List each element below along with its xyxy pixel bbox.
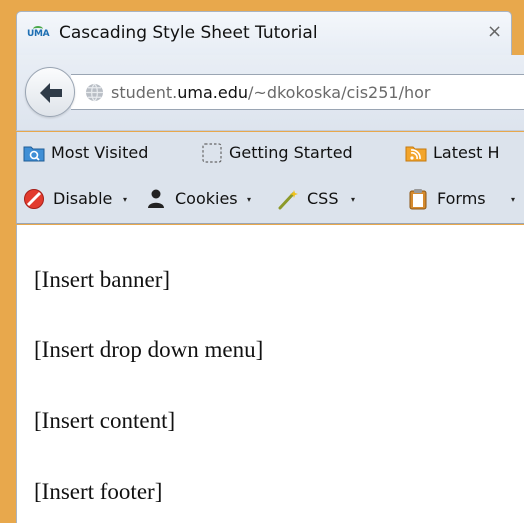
close-tab-icon[interactable]: × xyxy=(487,21,502,42)
dashed-page-icon xyxy=(202,143,222,163)
navigation-bar: student.uma.edu/~dkokoska/cis251/hor xyxy=(16,55,524,131)
uma-favicon-icon: UMA xyxy=(27,26,55,42)
cookies-menu[interactable]: Cookies ▾ xyxy=(145,188,261,212)
url-prefix: student. xyxy=(111,83,178,102)
bookmark-label: Latest H xyxy=(433,143,500,162)
cookies-label: Cookies xyxy=(175,189,238,208)
web-developer-toolbar: Disable ▾ Cookies ▾ CSS ▾ Forms ▾ xyxy=(16,174,524,224)
page-content: [Insert banner] [Insert drop down menu] … xyxy=(16,225,524,523)
most-visited-folder-icon xyxy=(23,146,45,162)
bookmark-getting-started[interactable]: Getting Started xyxy=(201,142,391,166)
url-bar[interactable]: student.uma.edu/~dkokoska/cis251/hor xyxy=(71,74,524,110)
browser-window: UMA Cascading Style Sheet Tutorial × stu… xyxy=(0,0,524,523)
disable-menu[interactable]: Disable ▾ xyxy=(23,188,137,212)
drop-down-menu-placeholder: [Insert drop down menu] xyxy=(34,337,264,362)
cookies-icon xyxy=(148,189,164,208)
content-placeholder: [Insert content] xyxy=(34,408,176,433)
url-host: uma.edu xyxy=(177,83,249,102)
bookmark-label: Getting Started xyxy=(229,143,353,162)
bookmark-latest-headlines[interactable]: Latest H xyxy=(405,142,524,166)
back-arrow-icon xyxy=(40,83,62,103)
banner-placeholder: [Insert banner] xyxy=(34,267,171,292)
chevron-down-icon: ▾ xyxy=(351,195,356,204)
back-button[interactable] xyxy=(25,67,75,117)
bookmarks-toolbar: Most Visited Getting Started Latest H xyxy=(16,132,524,174)
rss-feed-icon xyxy=(405,146,427,162)
forms-clipboard-icon xyxy=(409,189,427,210)
url-text: student.uma.edu/~dkokoska/cis251/hor xyxy=(111,83,430,102)
tab-title: Cascading Style Sheet Tutorial xyxy=(59,23,318,43)
footer-placeholder: [Insert footer] xyxy=(34,479,163,504)
disable-icon xyxy=(24,189,44,209)
chevron-down-icon: ▾ xyxy=(123,195,128,204)
globe-icon xyxy=(85,83,104,102)
tab-active[interactable]: UMA Cascading Style Sheet Tutorial × xyxy=(16,11,512,55)
chevron-down-icon: ▾ xyxy=(247,195,252,204)
chevron-down-icon: ▾ xyxy=(511,195,516,204)
disable-label: Disable xyxy=(53,189,113,208)
forms-menu[interactable]: Forms ▾ xyxy=(407,188,524,212)
tab-strip: UMA Cascading Style Sheet Tutorial × xyxy=(0,0,524,62)
css-label: CSS xyxy=(307,189,339,208)
url-path: /~dkokoska/cis251/hor xyxy=(248,83,431,102)
css-menu[interactable]: CSS ▾ xyxy=(277,188,367,212)
bookmark-label: Most Visited xyxy=(51,143,149,162)
bookmark-most-visited[interactable]: Most Visited xyxy=(23,142,183,166)
css-wand-icon xyxy=(278,190,298,210)
forms-label: Forms xyxy=(437,189,486,208)
